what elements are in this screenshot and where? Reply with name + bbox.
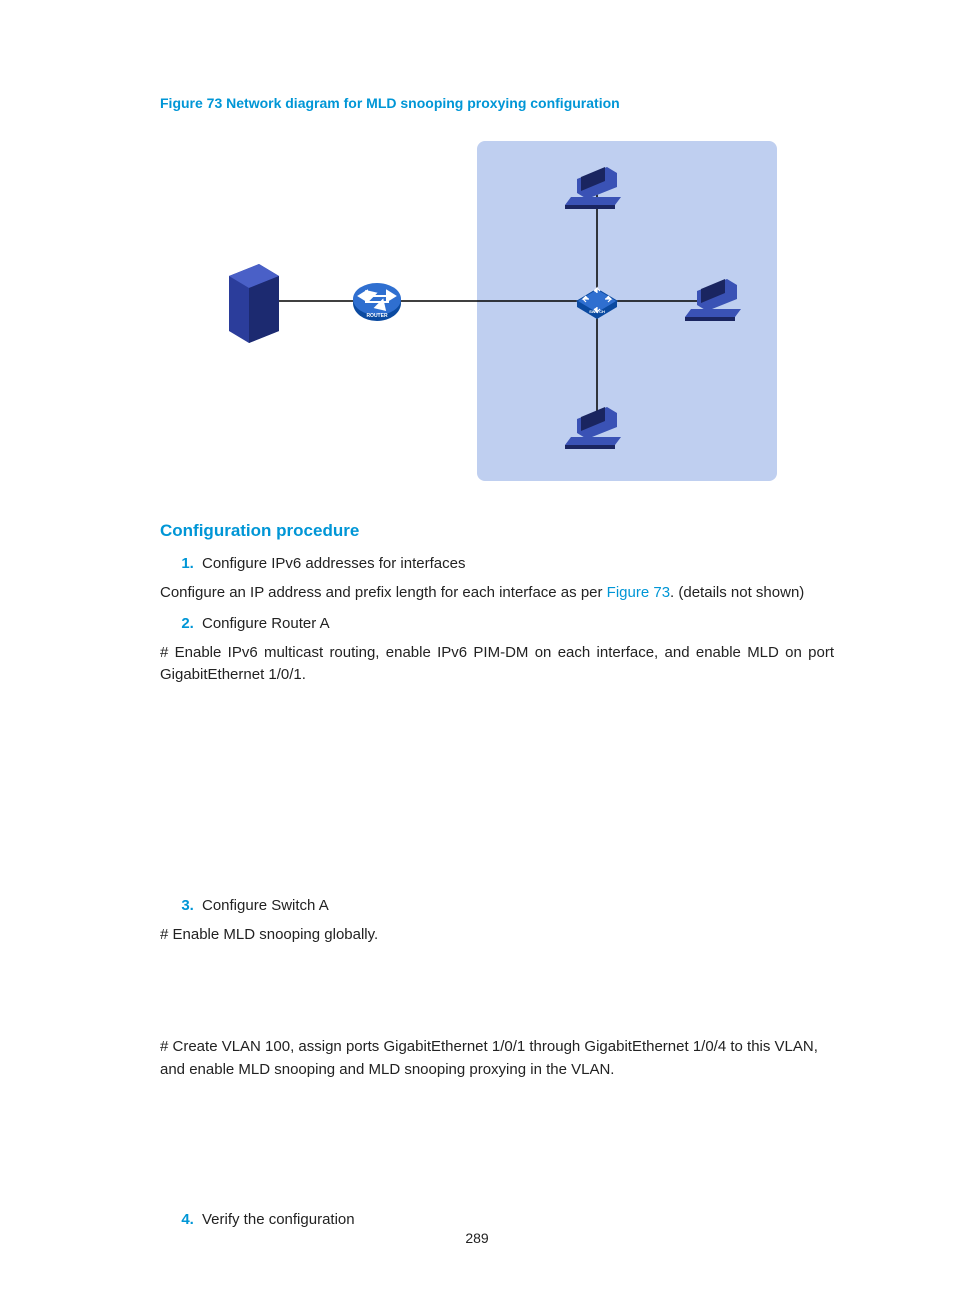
paragraph: Configure an IP address and prefix lengt…: [160, 582, 834, 605]
svg-text:ROUTER: ROUTER: [366, 313, 388, 319]
svg-text:SWITCH: SWITCH: [589, 309, 605, 314]
text: Configure an IP address and prefix lengt…: [160, 584, 607, 601]
paragraph: # Enable IPv6 multicast routing, enable …: [160, 642, 834, 687]
paragraph: # Enable MLD snooping globally.: [160, 924, 834, 947]
step-3: Configure Switch A: [198, 897, 834, 914]
page-number: 289: [0, 1230, 954, 1246]
section-heading: Configuration procedure: [160, 521, 834, 541]
network-diagram: ROUTER SWITCH: [217, 131, 777, 491]
figure-73-link[interactable]: Figure 73: [607, 584, 670, 601]
figure-caption: Figure 73 Network diagram for MLD snoopi…: [160, 95, 834, 111]
router-icon: ROUTER: [353, 283, 401, 321]
step-4: Verify the configuration: [198, 1211, 834, 1228]
step-2: Configure Router A: [198, 615, 834, 632]
paragraph: # Create VLAN 100, assign ports GigabitE…: [160, 1036, 834, 1081]
text: . (details not shown): [670, 584, 804, 601]
server-icon: [229, 264, 279, 343]
step-1: Configure IPv6 addresses for interfaces: [198, 555, 834, 572]
